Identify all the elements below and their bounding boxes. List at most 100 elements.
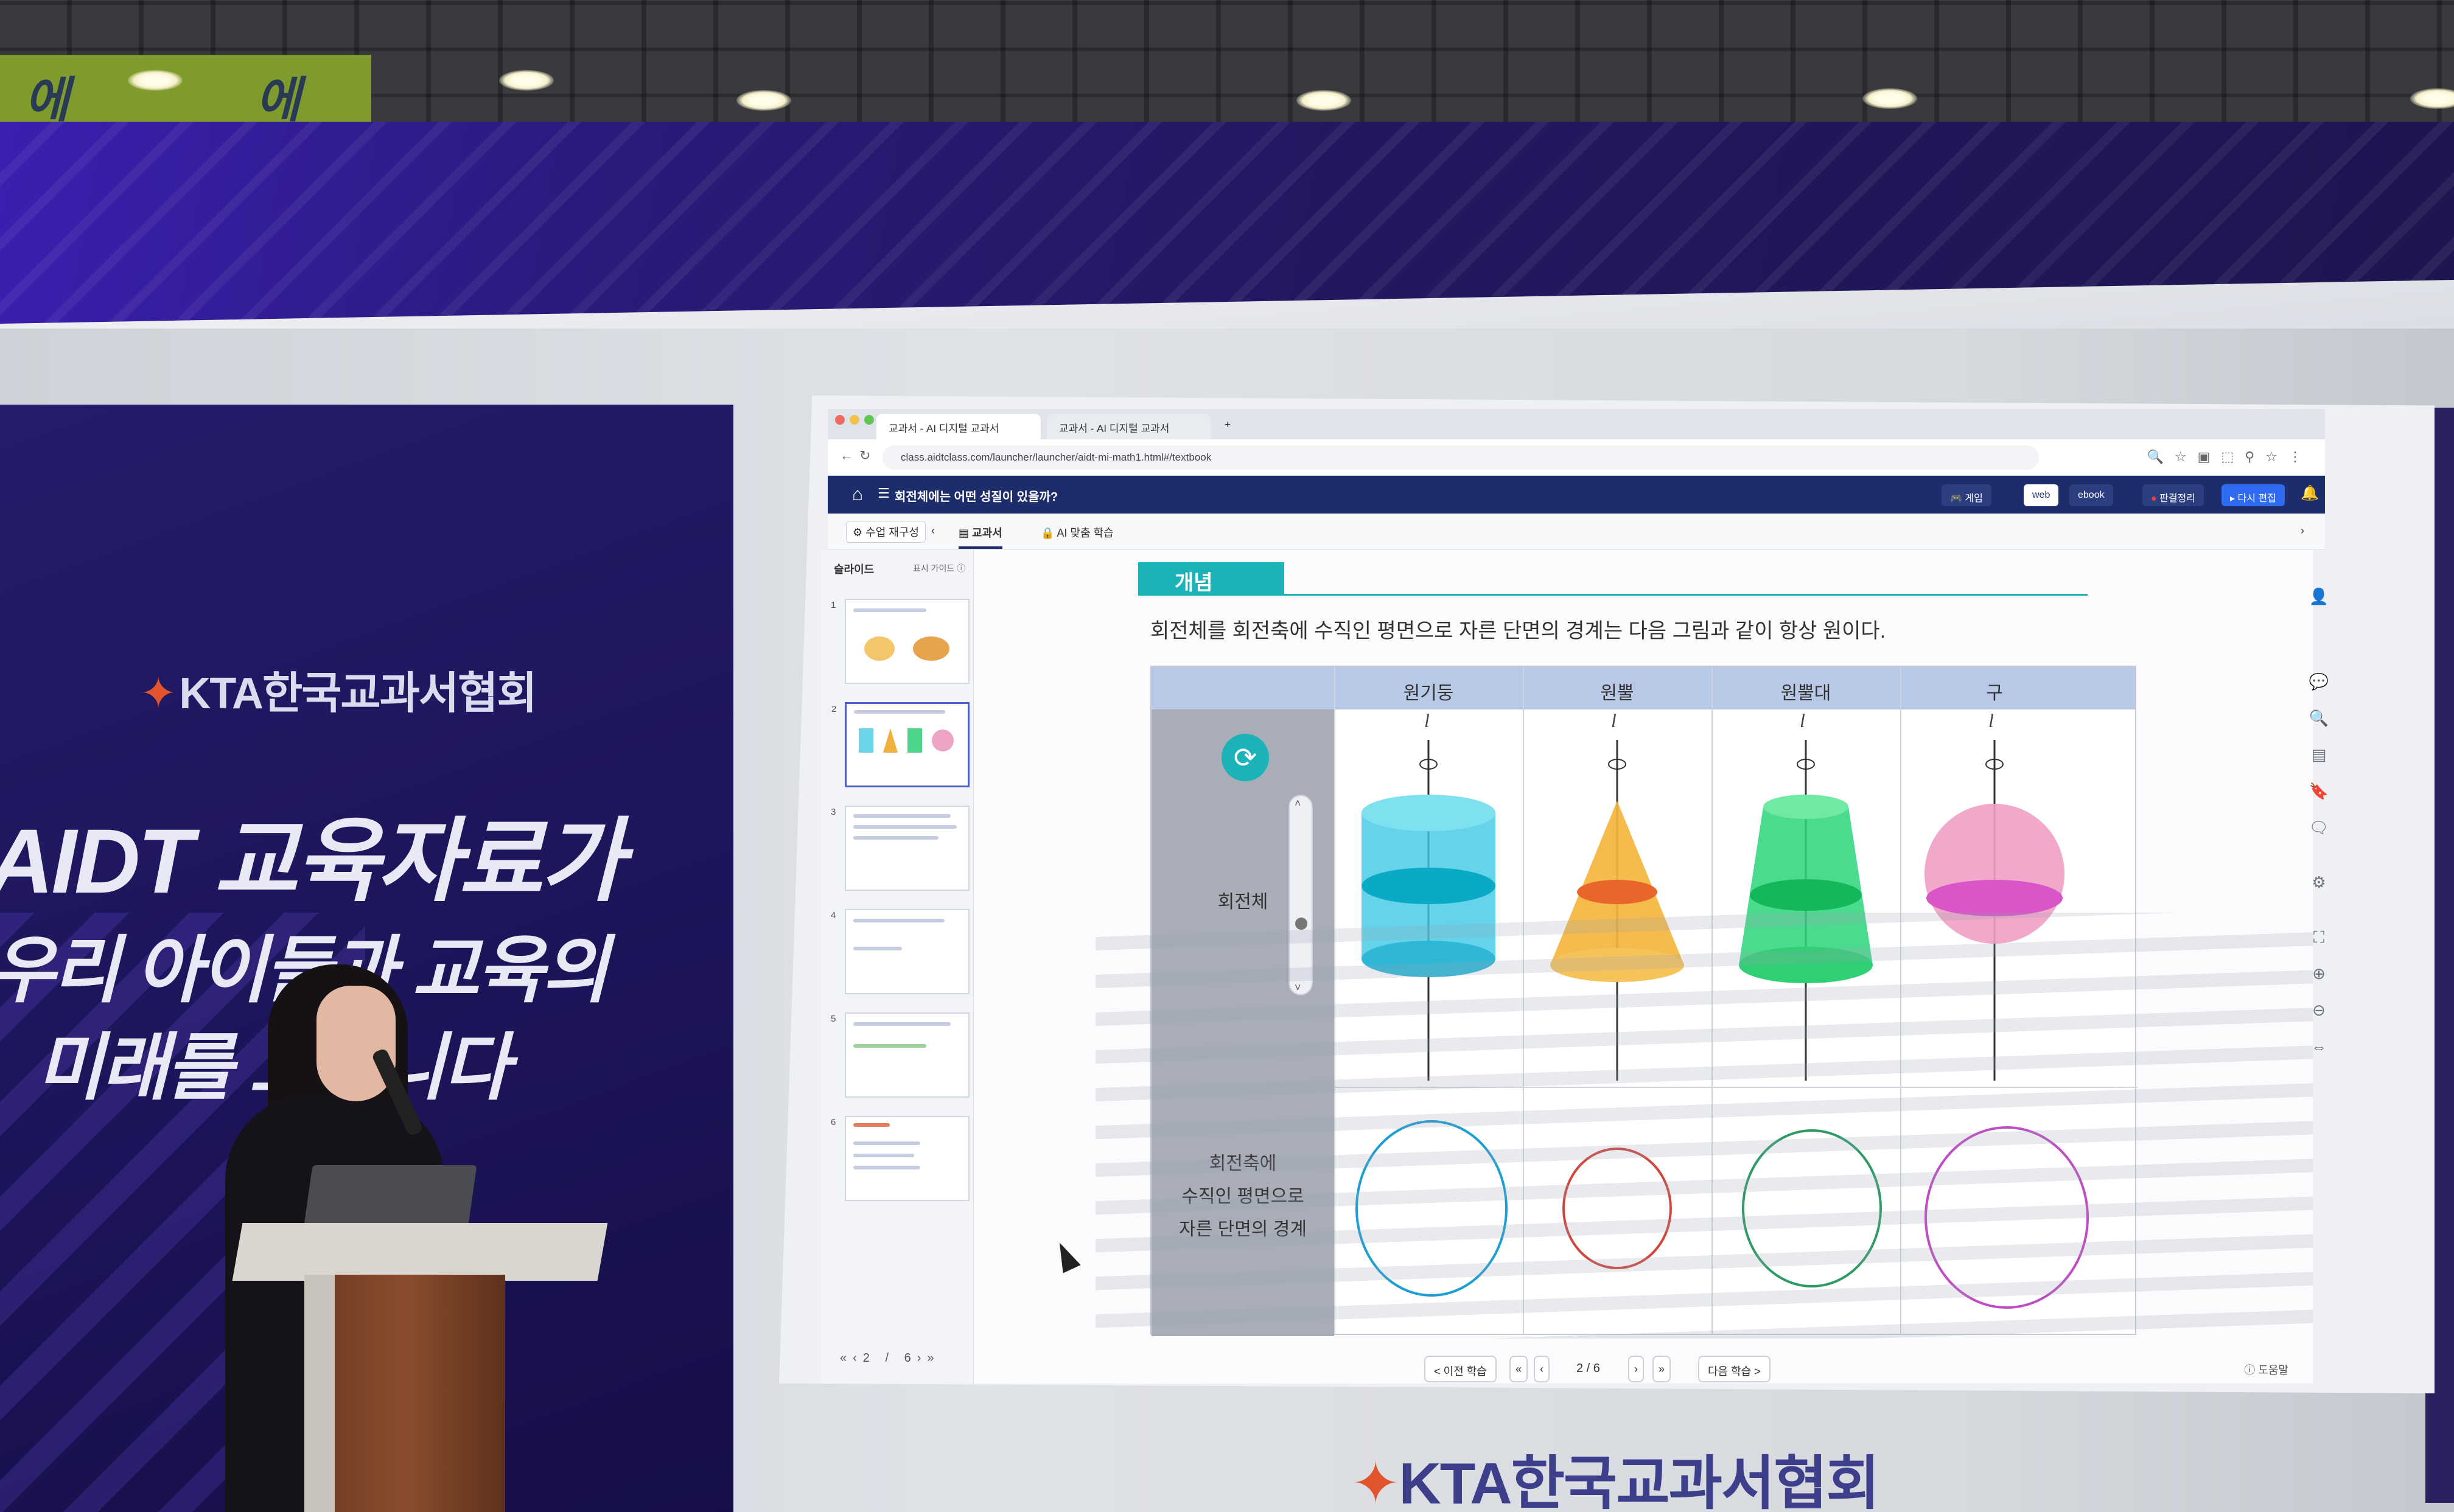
- thumb-line: [853, 1141, 920, 1145]
- column-divider: [1523, 667, 1524, 1334]
- chat-icon[interactable]: 💬: [2307, 669, 2331, 694]
- help-label: 도움말: [2258, 1364, 2288, 1376]
- bell-icon[interactable]: 🔔: [2301, 484, 2319, 502]
- slide-thumbnail[interactable]: 5: [831, 1012, 970, 1098]
- thumb-line: [853, 947, 902, 950]
- thumb-line: [853, 814, 951, 818]
- rotate-icon[interactable]: ⟳: [1222, 734, 1269, 781]
- thumb-line: [853, 1166, 920, 1169]
- next-lesson-button[interactable]: 다음 학습 >: [1698, 1356, 1771, 1382]
- new-tab-button[interactable]: +: [1217, 414, 1242, 439]
- thumb-shape: [859, 728, 873, 753]
- record-button[interactable]: ● 판결정리: [2142, 484, 2204, 506]
- chevron-down-icon[interactable]: ˅: [1295, 981, 1301, 994]
- app-header: ⌂ ☰ 회전체에는 어떤 성질이 있을까? 🎮 게임 web ebook ● 판…: [828, 476, 2325, 514]
- first-slide-icon[interactable]: «: [1509, 1356, 1528, 1382]
- slide-thumbnail[interactable]: 6: [831, 1116, 970, 1201]
- slide-thumbnail[interactable]: 4: [831, 909, 970, 994]
- tab-textbook[interactable]: ▤ 교과서: [959, 524, 1002, 549]
- subnav-back-icon[interactable]: ‹: [931, 524, 935, 537]
- window-minimize-icon[interactable]: [850, 415, 859, 425]
- prev-page-icon[interactable]: ‹: [853, 1351, 863, 1365]
- browser-toolbar-icons: 🔍☆▣⬚⚲☆⋮: [2147, 449, 2313, 464]
- next-page-icon[interactable]: ›: [917, 1351, 928, 1365]
- settings-icon[interactable]: ⚙: [2307, 870, 2331, 894]
- lock-icon: 🔒: [1041, 527, 1057, 539]
- axis-label: l: [1424, 709, 1430, 731]
- column-header-cylinder: 원기둥: [1403, 683, 1454, 703]
- ebook-toggle[interactable]: ebook: [2069, 484, 2113, 506]
- ceiling-light: [1862, 88, 1917, 109]
- web-toggle[interactable]: web: [2024, 484, 2059, 506]
- ceiling-light: [128, 70, 183, 91]
- layers-icon[interactable]: ▤: [2307, 742, 2331, 767]
- sphere-cross-section: [1924, 1126, 2089, 1309]
- frustum-figure: [1739, 740, 1873, 1081]
- slide-panel-title: 슬라이드: [834, 563, 875, 576]
- slide-guide-link[interactable]: 표시 가이드 ⓘ: [913, 562, 965, 574]
- thumb-shape: [864, 636, 895, 661]
- browser-tab-strip: 교과서 - AI 디지털 교과서 교과서 - AI 디지털 교과서 +: [828, 409, 2325, 439]
- row-label-section-line: 자른 단면의 경계: [1179, 1219, 1307, 1239]
- thumb-line: [853, 825, 957, 829]
- user-icon[interactable]: 👤: [2307, 584, 2331, 608]
- window-close-icon[interactable]: [835, 415, 845, 425]
- slide-panel: 슬라이드 표시 가이드 ⓘ 1 2 3 4 5 6 «‹2 / 6›»: [822, 550, 974, 1384]
- tool-rail: 👤 💬 🔍 ▤ 🔖 🗨 ⚙ ⛶ ⊕ ⊖ ⇔: [2301, 584, 2337, 1132]
- search-icon[interactable]: 🔍: [2307, 706, 2331, 730]
- bookmark-icon[interactable]: 🔖: [2307, 779, 2331, 803]
- fit-icon[interactable]: ⇔: [2307, 1034, 2331, 1059]
- browser-tab[interactable]: 교과서 - AI 디지털 교과서: [1047, 414, 1211, 439]
- prev-lesson-button[interactable]: < 이전 학습: [1424, 1356, 1497, 1382]
- concept-tag: 개념: [1138, 562, 1284, 595]
- thumb-line: [853, 1123, 890, 1127]
- slider-handle[interactable]: [1295, 918, 1307, 930]
- slide-number: 5: [831, 1014, 836, 1024]
- slide-number: 4: [831, 910, 836, 921]
- ceiling-light: [499, 70, 554, 91]
- slide-number: 3: [831, 807, 836, 817]
- slide-thumbnail-active[interactable]: 2: [831, 702, 970, 787]
- fullscreen-icon[interactable]: ⛶: [2307, 925, 2331, 949]
- record-label: 판결정리: [2159, 493, 2195, 504]
- cone-figure: [1550, 740, 1684, 1081]
- gear-icon: ⚙: [853, 526, 866, 538]
- next-slide-icon[interactable]: ›: [1628, 1356, 1644, 1382]
- slide-thumbnail[interactable]: 3: [831, 806, 970, 891]
- row-label-solid: 회전체: [1217, 892, 1268, 912]
- first-page-icon[interactable]: «: [840, 1351, 853, 1365]
- reload-icon[interactable]: ↻: [859, 448, 870, 464]
- slide-pager-count: 2 / 6: [862, 1351, 917, 1365]
- record-dot-icon: ●: [2151, 493, 2160, 504]
- axis-label: l: [1988, 709, 1994, 731]
- thumb-line: [853, 1022, 951, 1026]
- back-icon[interactable]: ←: [840, 448, 853, 464]
- home-icon[interactable]: ⌂: [846, 483, 869, 506]
- prev-slide-icon[interactable]: ‹: [1534, 1356, 1550, 1382]
- lesson-description: 회전체를 회전축에 수직인 평면으로 자른 단면의 경계는 다음 그림과 같이 …: [1150, 619, 1886, 643]
- game-button[interactable]: 🎮 게임: [1942, 484, 1991, 506]
- tab-ai-learning[interactable]: 🔒 AI 맞춤 학습: [1041, 524, 1114, 540]
- url-input[interactable]: class.aidtclass.com/launcher/launcher/ai…: [883, 445, 2039, 470]
- replay-button[interactable]: ▸ 다시 편집: [2222, 484, 2285, 506]
- subnav-forward-icon[interactable]: ›: [2301, 524, 2304, 537]
- menu-icon[interactable]: ☰: [878, 486, 890, 501]
- zoom-out-icon[interactable]: ⊖: [2307, 998, 2331, 1022]
- class-reconfig-button[interactable]: ⚙ 수업 재구성: [846, 521, 926, 543]
- help-button[interactable]: ⓘ 도움말: [2244, 1362, 2288, 1378]
- chevron-up-icon[interactable]: ˄: [1295, 797, 1301, 810]
- last-page-icon[interactable]: »: [927, 1351, 940, 1365]
- thumb-line: [853, 919, 945, 922]
- replay-label: 다시 편집: [2237, 493, 2276, 504]
- column-divider: [1711, 667, 1713, 1334]
- slide-pager: «‹2 / 6›»: [840, 1351, 940, 1365]
- zoom-in-icon[interactable]: ⊕: [2307, 961, 2331, 986]
- lesson-pager: < 이전 학습 « ‹ 2 / 6 › » 다음 학습 > ⓘ 도움말: [974, 1351, 2313, 1387]
- photo-scene: 에 에 ✦KTA한국교과서협회 AIDT 교육자료가 우리 아이들과 교육의 미…: [0, 0, 2454, 1512]
- last-slide-icon[interactable]: »: [1652, 1356, 1671, 1382]
- comment-icon[interactable]: 🗨: [2307, 815, 2331, 840]
- presenter-face: [316, 986, 396, 1101]
- browser-tab-active[interactable]: 교과서 - AI 디지털 교과서: [876, 414, 1041, 439]
- slide-thumbnail[interactable]: 1: [831, 599, 970, 684]
- window-zoom-icon[interactable]: [864, 415, 874, 425]
